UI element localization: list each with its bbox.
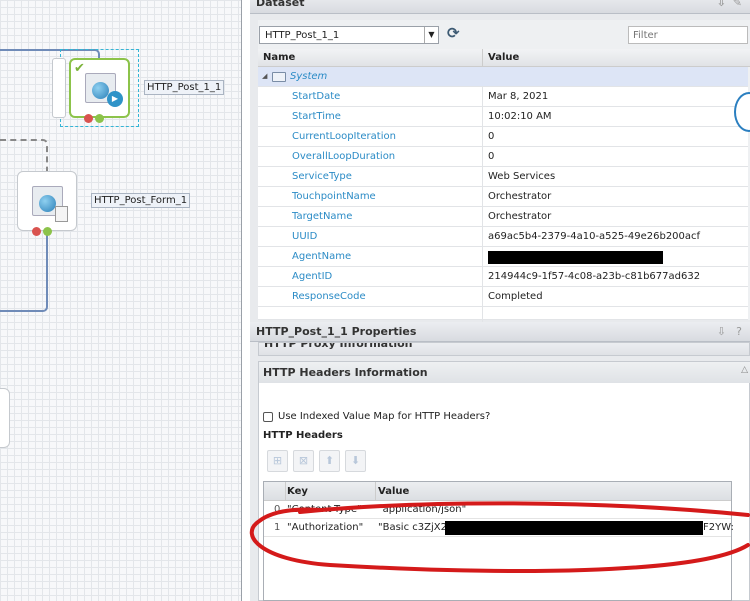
annotation-circle [249, 501, 750, 573]
